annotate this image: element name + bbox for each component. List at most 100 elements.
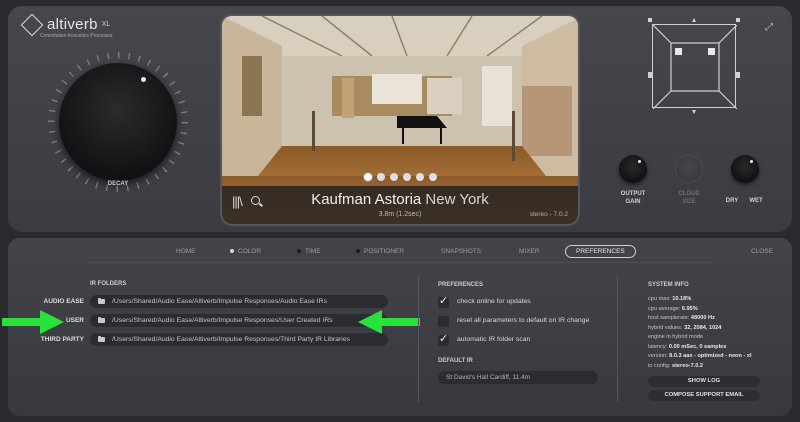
system-info-line: version: 8.0.3 aax - optimized - neon - … [648, 353, 752, 359]
time-bullet-icon [297, 249, 301, 254]
system-info-line: cpu max: 10.18% [648, 296, 691, 302]
system-info-value: 10.18% [672, 296, 692, 302]
system-info-value: 6.95% [681, 305, 698, 312]
nav-color[interactable]: COLOR [230, 248, 261, 255]
decay-knob[interactable] [59, 63, 177, 181]
section-divider [617, 276, 618, 402]
photo-dot[interactable] [363, 173, 372, 181]
wet-label: WET [749, 198, 763, 204]
reset-params-checkbox[interactable] [438, 316, 449, 327]
ir-folder-path-text: /Users/Shared/Audio Ease/Altiverb/Impuls… [112, 298, 327, 305]
ir-folder-path-user[interactable]: /Users/Shared/Audio Ease/Altiverb/Impuls… [90, 314, 388, 327]
speaker-markers [648, 18, 740, 114]
check-updates-checkbox[interactable]: ✓ [438, 295, 449, 308]
photo-dot[interactable] [402, 173, 411, 181]
app-logo: altiverb XL [20, 13, 111, 36]
nav-time-label: TIME [305, 248, 321, 255]
nav-divider [88, 262, 714, 263]
section-divider [418, 276, 419, 402]
cloud-size-label: CLOUD SIZE [678, 191, 700, 205]
folder-icon [98, 316, 105, 323]
system-info-line: cpu average: 6.95% [648, 306, 698, 312]
ir-folders-title: IR FOLDERS [90, 281, 127, 287]
ir-title: Kaufman Astoria New York [222, 191, 578, 208]
auto-scan-checkbox[interactable]: ✓ [438, 333, 449, 346]
ir-folder-path-text: /Users/Shared/Audio Ease/Altiverb/Impuls… [112, 336, 350, 343]
annotation-arrow-right-icon [2, 310, 64, 334]
positioner-bullet-icon [356, 249, 360, 254]
nav-home[interactable]: HOME [176, 248, 196, 255]
ir-folder-path-audio-ease[interactable]: /Users/Shared/Audio Ease/Altiverb/Impuls… [90, 295, 388, 308]
reset-params-label: reset all parameters to default on IR ch… [457, 317, 590, 324]
photo-dot[interactable] [376, 173, 385, 181]
nav-time[interactable]: TIME [297, 248, 321, 255]
system-info-line: host samplerate: 48000 Hz [648, 315, 715, 321]
system-info-key: io config: [648, 362, 671, 369]
ir-info-bar: |||\ Kaufman Astoria New York 3.8m (1.2s… [222, 186, 578, 224]
system-info-line: io config: stereo-7.0.2 [648, 363, 703, 369]
system-info-line: engine in hybrid mode [648, 334, 703, 340]
knob-indicator [750, 160, 753, 163]
knob-indicator [638, 160, 641, 163]
system-info-key: latency: [648, 343, 668, 350]
app-name: altiverb [47, 16, 98, 33]
system-info-key: cpu max: [648, 296, 671, 302]
nav-mixer[interactable]: MIXER [519, 248, 540, 255]
ir-version: stereo - 7.0.2 [529, 211, 568, 218]
photo-dot[interactable] [389, 173, 398, 181]
ir-folder-label-audio-ease: AUDIO EASE [43, 298, 84, 305]
dry-label: DRY [725, 198, 739, 204]
system-info-key: hybrid values: [648, 324, 683, 331]
system-info-value: stereo-7.0.2 [671, 362, 704, 369]
system-info-key: cpu average: [648, 305, 681, 312]
app-edition: XL [101, 21, 111, 28]
nav-close[interactable]: CLOSE [751, 248, 773, 255]
system-info-value: 0.00 mSec, 0 samples [668, 343, 727, 350]
check-updates-label: check online for updates [457, 298, 531, 305]
nav-positioner-label: POSITIONER [364, 248, 405, 255]
nav-preferences[interactable]: PREFERENCES [565, 245, 636, 258]
system-info-key: engine in hybrid mode [648, 334, 704, 340]
system-info-line: latency: 0.00 mSec, 0 samples [648, 344, 726, 350]
photo-carousel-dots [222, 173, 578, 181]
system-info-key: host samplerate: [648, 315, 690, 321]
system-info-key: version: [648, 353, 668, 359]
nav-positioner[interactable]: POSITIONER [356, 248, 404, 255]
nav-bar: HOME COLOR TIME POSITIONER SNAPSHOTS MIX… [0, 245, 800, 260]
nav-color-label: COLOR [238, 248, 262, 255]
default-ir-title: DEFAULT IR [438, 358, 473, 364]
app-subtitle: Convolution Acoustics Processor [40, 33, 113, 39]
dry-wet-knob[interactable] [731, 155, 759, 183]
ir-folder-path-third-party[interactable]: /Users/Shared/Audio Ease/Altiverb/Impuls… [90, 333, 388, 346]
ir-venue: Kaufman Astoria [311, 191, 422, 208]
ir-city: New York [425, 191, 489, 208]
ir-folder-label-third-party: THIRD PARTY [40, 336, 84, 343]
checkmark-icon: ✓ [439, 333, 449, 345]
preferences-title: PREFERENCES [438, 282, 484, 288]
photo-dot[interactable] [415, 173, 424, 181]
system-info-value: 48000 Hz [690, 315, 715, 321]
compose-support-email-button[interactable]: COMPOSE SUPPORT EMAIL [648, 390, 760, 401]
checkmark-icon: ✓ [439, 295, 449, 307]
folder-icon [98, 335, 105, 342]
system-info-value: 8.0.3 aax - optimized - neon - xl [669, 353, 752, 359]
output-gain-knob[interactable] [619, 155, 647, 183]
default-ir-field[interactable]: St David's Hall Cardiff, 11.4m [438, 371, 598, 384]
decay-label: DECAY [107, 181, 129, 187]
photo-dot[interactable] [428, 173, 437, 181]
auto-scan-label: automatic IR folder scan [457, 336, 531, 343]
expand-icon[interactable]: ⤢ [765, 22, 773, 33]
nav-snapshots[interactable]: SNAPSHOTS [441, 248, 481, 255]
ir-display[interactable]: |||\ Kaufman Astoria New York 3.8m (1.2s… [220, 14, 580, 226]
folder-icon [98, 297, 105, 304]
show-log-button[interactable]: SHOW LOG [648, 376, 760, 387]
output-gain-label: OUTPUT GAIN [620, 191, 646, 205]
annotation-arrow-left-icon [358, 310, 420, 334]
ir-details: 3.8m (1.2sec) [378, 211, 422, 218]
knob-indicator [141, 77, 146, 82]
system-info-value: 32, 2084, 1024 [684, 324, 722, 331]
system-info-title: SYSTEM INFO [648, 282, 689, 288]
cloud-size-knob [675, 155, 703, 183]
color-bullet-icon [230, 249, 234, 254]
ir-folder-path-text: /Users/Shared/Audio Ease/Altiverb/Impuls… [112, 317, 333, 324]
